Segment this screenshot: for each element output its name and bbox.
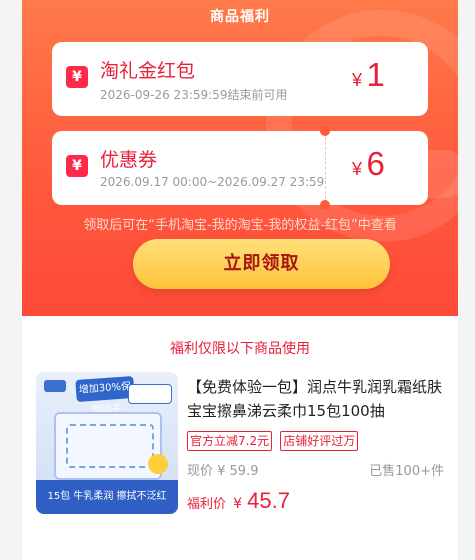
- image-strip: 15包 牛乳柔润 擦拭不泛红: [36, 480, 178, 514]
- claim-button[interactable]: 立即领取: [133, 239, 390, 289]
- product-tag: 店铺好评过万: [280, 431, 359, 451]
- limit-notice: 福利仅限以下商品使用: [170, 341, 310, 357]
- currency-symbol: ¥: [352, 70, 363, 90]
- product-image[interactable]: 增加30%保湿因子 15包 牛乳柔润 擦拭不泛红: [36, 372, 178, 514]
- deal-amount: 45.7: [247, 488, 290, 513]
- image-badge: 增加30%保湿因子: [75, 376, 135, 417]
- coupon-amount: ¥ 6: [352, 145, 385, 183]
- deal-price: 福利价 ¥ 45.7: [187, 488, 290, 514]
- deal-label: 福利价: [187, 497, 227, 512]
- product-tags: 官方立减7.2元 店铺好评过万: [187, 430, 361, 451]
- deal-currency: ¥: [233, 496, 243, 512]
- coupon-title: 优惠券: [100, 149, 158, 171]
- coupon-notch: [320, 200, 330, 210]
- hongbao-icon: ¥: [66, 66, 88, 88]
- sold-count: 已售100+件: [369, 464, 444, 479]
- ticket-icon: ¥: [66, 155, 88, 177]
- coupon-card-youhuiquan[interactable]: ¥ 优惠券 2026.09.17 00:00~2026.09.27 23:59 …: [52, 126, 428, 210]
- coupon-amount: ¥ 1: [352, 56, 385, 94]
- amount-value: 1: [366, 56, 385, 93]
- coupon-notch: [320, 126, 330, 136]
- claim-hint: 领取后可在“手机淘宝-我的淘宝-我的权益-红包”中查看: [83, 218, 397, 233]
- image-banner: [128, 384, 172, 404]
- currency-symbol: ¥: [352, 159, 363, 179]
- current-price: 现价 ¥ 59.9: [187, 464, 259, 479]
- coupon-validity: 2026-09-26 23:59:59结束前可用: [100, 88, 288, 102]
- product-tag: 官方立减7.2元: [187, 431, 273, 451]
- image-count-badge: [148, 454, 168, 474]
- product-section: 福利仅限以下商品使用 增加30%保湿因子 15包 牛乳柔润 擦拭不泛红 【免费体…: [22, 316, 458, 560]
- product-title[interactable]: 【免费体验一包】润点牛乳润乳霜纸肤宝宝擦鼻涕云柔巾15包100抽: [187, 375, 447, 423]
- amount-value: 6: [366, 145, 385, 182]
- coupon-validity: 2026.09.17 00:00~2026.09.27 23:59: [100, 175, 325, 189]
- coupon-title: 淘礼金红包: [100, 60, 196, 82]
- coupon-card-hongbao[interactable]: ¥ 淘礼金红包 2026-09-26 23:59:59结束前可用 ¥ 1: [52, 42, 428, 116]
- tissue-pack-inner: [66, 424, 154, 468]
- brand-logo: [44, 380, 66, 392]
- coupon-divider: [325, 137, 326, 199]
- welfare-banner: 商品福利 ¥ 淘礼金红包 2026-09-26 23:59:59结束前可用 ¥ …: [22, 0, 458, 316]
- page-title: 商品福利: [210, 9, 270, 25]
